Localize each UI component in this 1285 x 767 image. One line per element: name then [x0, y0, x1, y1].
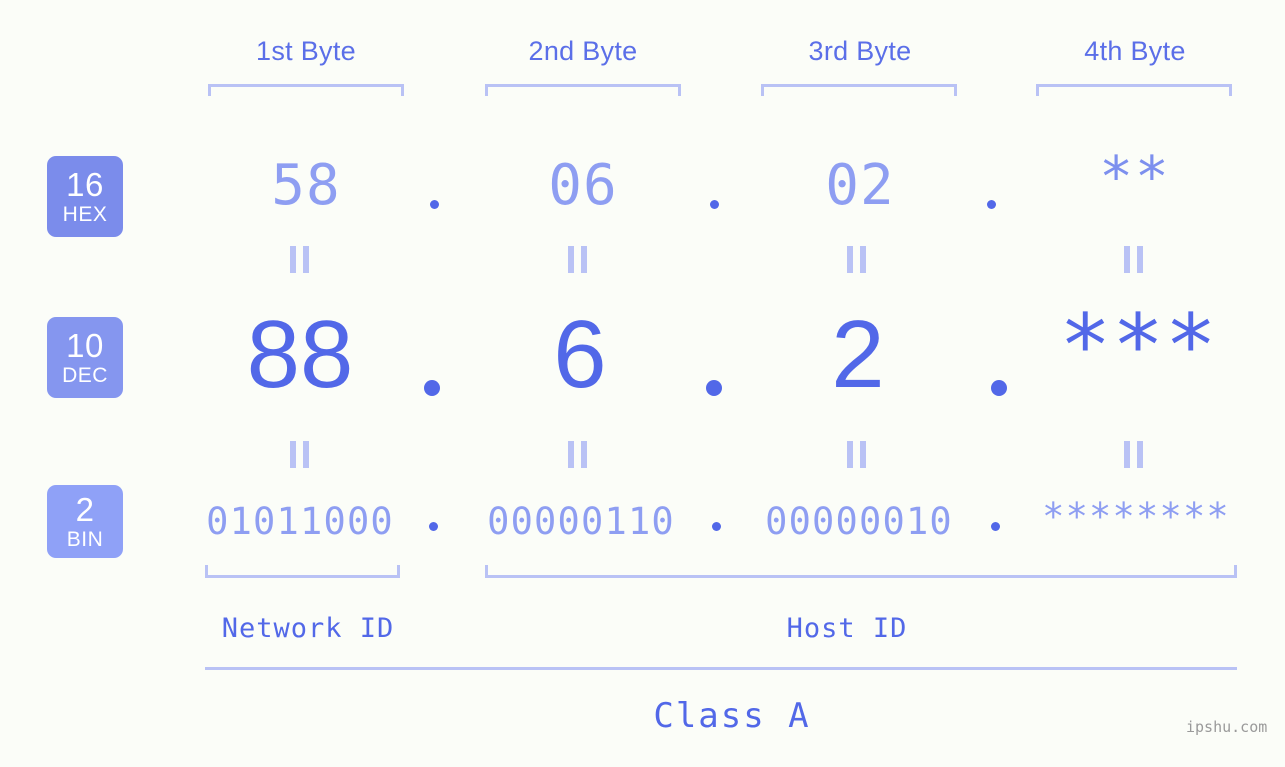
- watermark: ipshu.com: [1186, 718, 1268, 736]
- hex-separator-dot-3: [987, 200, 996, 209]
- hex-separator-dot-1: [430, 200, 439, 209]
- dec-byte-3: 2: [831, 301, 885, 408]
- bin-separator-dot-1: [429, 522, 438, 531]
- base-badge-bin-number: 2: [75, 491, 95, 528]
- bin-byte-1: 01011000: [206, 500, 394, 543]
- dec-separator-dot-3: [991, 380, 1007, 396]
- equals-marker-hex-dec-3: [847, 246, 866, 273]
- base-badge-dec-name: DEC: [62, 364, 108, 387]
- dec-separator-dot-1: [424, 380, 440, 396]
- byte-bracket-top-1: [208, 84, 404, 96]
- dec-separator-dot-2: [706, 380, 722, 396]
- byte-header-3: 3rd Byte: [808, 36, 912, 66]
- class-bracket: [205, 667, 1237, 670]
- equals-marker-dec-bin-1: [290, 441, 309, 468]
- bin-byte-4-masked: ********: [1042, 495, 1230, 538]
- byte-header-4: 4th Byte: [1084, 36, 1186, 66]
- class-label: Class A: [653, 696, 811, 736]
- network-id-label: Network ID: [221, 613, 395, 644]
- base-badge-hex-number: 16: [66, 166, 104, 203]
- equals-marker-dec-bin-4: [1124, 441, 1143, 468]
- equals-marker-hex-dec-2: [568, 246, 587, 273]
- dec-byte-2: 6: [553, 301, 607, 408]
- hex-byte-4-masked: **: [1099, 145, 1171, 210]
- ip-address-breakdown-diagram: 1st Byte 2nd Byte 3rd Byte 4th Byte 16 H…: [0, 0, 1285, 767]
- byte-bracket-top-2: [485, 84, 681, 96]
- equals-marker-dec-bin-2: [568, 441, 587, 468]
- equals-marker-dec-bin-3: [847, 441, 866, 468]
- dec-byte-1: 88: [246, 301, 354, 408]
- base-badge-bin: 2 BIN: [47, 485, 123, 558]
- hex-separator-dot-2: [710, 200, 719, 209]
- byte-header-2: 2nd Byte: [528, 36, 638, 66]
- base-badge-bin-name: BIN: [66, 528, 104, 551]
- bin-separator-dot-3: [991, 522, 1000, 531]
- network-id-bracket: [205, 565, 400, 578]
- equals-marker-hex-dec-4: [1124, 246, 1143, 273]
- base-badge-hex-name: HEX: [62, 203, 108, 226]
- equals-marker-hex-dec-1: [290, 246, 309, 273]
- hex-byte-2: 06: [548, 153, 618, 218]
- host-id-bracket: [485, 565, 1237, 578]
- host-id-label: Host ID: [786, 613, 908, 644]
- base-badge-dec-number: 10: [66, 327, 104, 364]
- base-badge-hex: 16 HEX: [47, 156, 123, 237]
- byte-bracket-top-4: [1036, 84, 1232, 96]
- bin-byte-2: 00000110: [487, 500, 675, 543]
- bin-separator-dot-2: [712, 522, 721, 531]
- hex-byte-1: 58: [271, 153, 341, 218]
- byte-bracket-top-3: [761, 84, 957, 96]
- dec-byte-4-masked: ***: [1059, 296, 1218, 396]
- base-badge-dec: 10 DEC: [47, 317, 123, 398]
- bin-byte-3: 00000010: [765, 500, 953, 543]
- hex-byte-3: 02: [825, 153, 895, 218]
- byte-header-1: 1st Byte: [256, 36, 356, 66]
